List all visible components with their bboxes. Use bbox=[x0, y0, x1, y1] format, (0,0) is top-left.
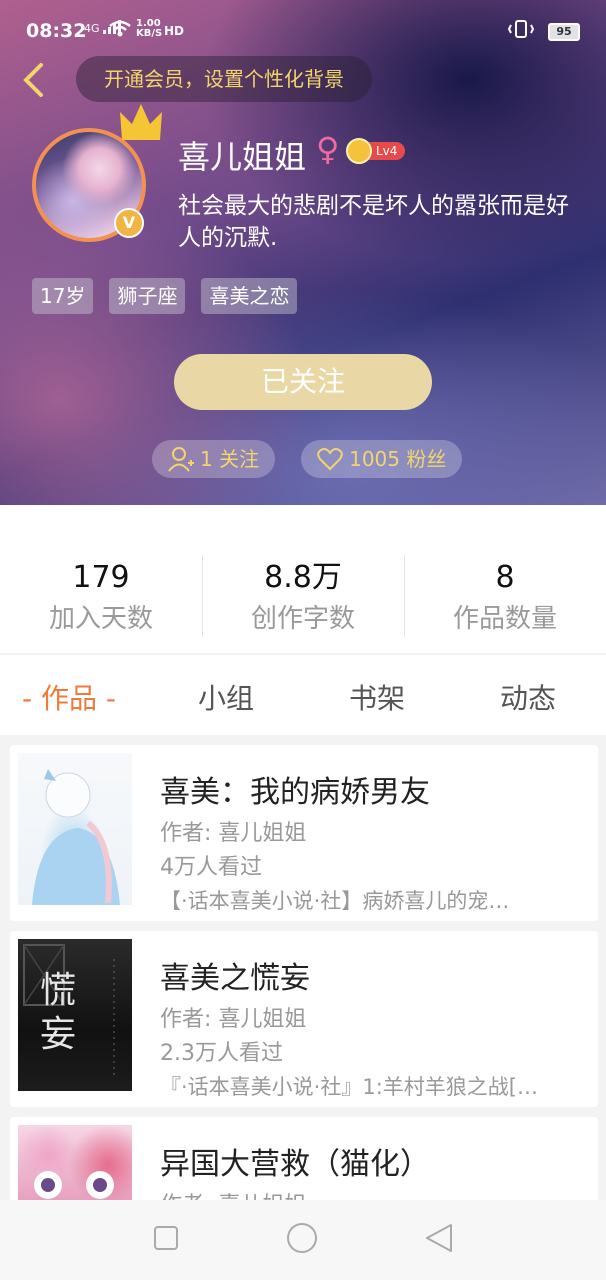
tab-groups[interactable]: 小组 bbox=[198, 677, 254, 717]
book-author: 作者: 喜儿姐姐 bbox=[160, 821, 307, 846]
back-button[interactable] bbox=[18, 60, 48, 100]
status-time: 08:32 bbox=[26, 20, 87, 42]
list-item[interactable]: 异国大营救（猫化） 作者: 喜儿姐姐 bbox=[10, 1117, 598, 1200]
book-cover bbox=[18, 1125, 132, 1200]
book-list: 喜美：我的病娇男友 作者: 喜儿姐姐 4万人看过 【·话本喜美小说·社】病娇喜儿… bbox=[0, 735, 606, 1200]
cover-title: 慌妄 bbox=[40, 970, 77, 1055]
heart-icon bbox=[317, 448, 343, 471]
stat-label: 创作字数 bbox=[250, 604, 355, 634]
book-title: 喜美之慌妄 bbox=[160, 961, 310, 996]
triangle-back-icon bbox=[425, 1224, 452, 1252]
level-crown-icon bbox=[346, 138, 372, 164]
book-cover bbox=[18, 753, 132, 905]
system-navbar bbox=[0, 1200, 606, 1280]
book-author: 作者: 喜儿姐姐 bbox=[160, 1007, 307, 1032]
female-icon: ♀ bbox=[316, 130, 340, 168]
vibrate-icon bbox=[507, 19, 535, 44]
book-cover: 慌妄 bbox=[18, 939, 132, 1091]
back-nav-button[interactable] bbox=[425, 1223, 453, 1257]
book-views: 4万人看过 bbox=[160, 855, 262, 880]
stat-value: 179 bbox=[72, 560, 130, 595]
fans-count: 1005 粉丝 bbox=[349, 447, 447, 471]
username: 喜儿姐姐 bbox=[178, 138, 307, 176]
home-button[interactable] bbox=[286, 1222, 318, 1258]
stat-word-count: 8.8万 创作字数 bbox=[202, 555, 404, 653]
status-bar: 08:32 4G 1.00 KB/S HD 95 bbox=[0, 0, 606, 44]
tab-works[interactable]: - 作品 - bbox=[22, 677, 116, 717]
book-desc: 『·话本喜美小说·社』1:羊村羊狼之战[… bbox=[160, 1075, 538, 1099]
battery-icon: 95 bbox=[548, 22, 580, 41]
book-title: 喜美：我的病娇男友 bbox=[160, 775, 430, 810]
book-desc: 【·话本喜美小说·社】病娇喜儿的宠… bbox=[160, 889, 510, 913]
following-count: 1 关注 bbox=[200, 447, 260, 471]
tab-bookshelf[interactable]: 书架 bbox=[349, 677, 405, 717]
profile-header: 08:32 4G 1.00 KB/S HD 95 开通会员，设置个性化背景 V … bbox=[0, 0, 606, 505]
list-item[interactable]: 喜美：我的病娇男友 作者: 喜儿姐姐 4万人看过 【·话本喜美小说·社】病娇喜儿… bbox=[10, 745, 598, 921]
square-icon bbox=[154, 1226, 179, 1250]
stat-join-days: 179 加入天数 bbox=[0, 555, 202, 653]
book-author: 作者: 喜儿姐姐 bbox=[160, 1187, 306, 1200]
level-badge: Lv4 bbox=[346, 138, 406, 164]
follow-button[interactable]: 已关注 bbox=[174, 354, 432, 410]
stat-value: 8.8万 bbox=[264, 560, 342, 595]
tag-zodiac: 狮子座 bbox=[109, 278, 186, 314]
stat-label: 加入天数 bbox=[48, 604, 153, 634]
following-button[interactable]: 1 关注 bbox=[152, 440, 276, 478]
recents-button[interactable] bbox=[153, 1225, 179, 1255]
tab-activity[interactable]: 动态 bbox=[500, 677, 556, 717]
stats-panel: 179 加入天数 8.8万 创作字数 8 作品数量 bbox=[0, 505, 606, 653]
user-plus-icon bbox=[168, 447, 194, 472]
stat-works-count: 8 作品数量 bbox=[404, 555, 606, 653]
wifi-icon bbox=[108, 20, 132, 43]
avatar[interactable]: V bbox=[32, 104, 162, 242]
chevron-left-icon bbox=[23, 63, 43, 97]
crown-icon bbox=[120, 104, 162, 140]
book-views: 2.3万人看过 bbox=[160, 1041, 283, 1066]
profile-tags: 17岁 狮子座 喜美之恋 bbox=[32, 278, 298, 314]
stat-value: 8 bbox=[495, 560, 515, 595]
hd-icon: HD bbox=[164, 24, 185, 38]
fans-button[interactable]: 1005 粉丝 bbox=[301, 440, 463, 478]
list-item[interactable]: 慌妄 喜美之慌妄 作者: 喜儿姐姐 2.3万人看过 『·话本喜美小说·社』1:羊… bbox=[10, 931, 598, 1107]
network-speed: 1.00 KB/S bbox=[136, 18, 163, 39]
tag-age: 17岁 bbox=[32, 278, 94, 314]
circle-icon bbox=[286, 1223, 317, 1253]
tab-bar: - 作品 - 小组 书架 动态 bbox=[0, 655, 606, 735]
user-bio: 社会最大的悲剧不是坏人的嚣张而是好人的沉默. bbox=[178, 193, 569, 251]
verified-badge: V bbox=[114, 208, 144, 238]
book-title: 异国大营救（猫化） bbox=[160, 1147, 430, 1182]
vip-banner[interactable]: 开通会员，设置个性化背景 bbox=[76, 56, 372, 102]
tag-group: 喜美之恋 bbox=[201, 278, 298, 314]
stat-label: 作品数量 bbox=[452, 604, 557, 634]
